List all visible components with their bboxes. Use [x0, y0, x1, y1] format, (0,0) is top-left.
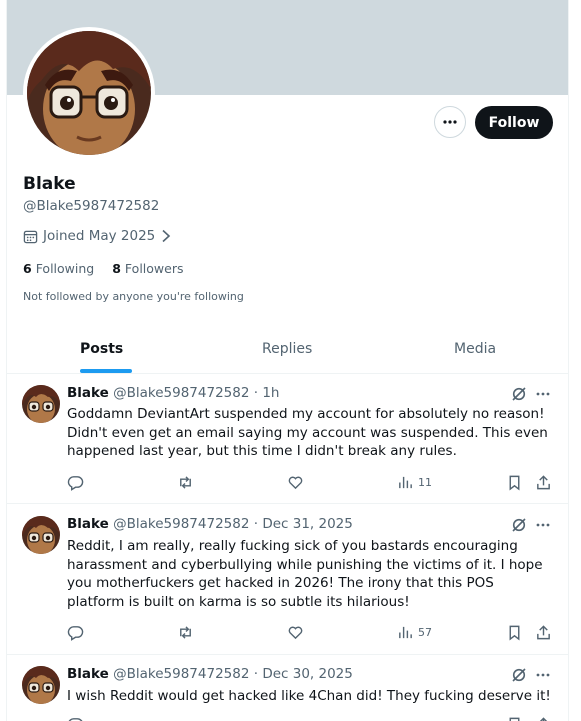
- repost-button[interactable]: [177, 474, 194, 491]
- profile-display-name: Blake: [23, 174, 76, 194]
- post-avatar[interactable]: [22, 516, 60, 554]
- post-author-name[interactable]: Blake: [67, 516, 109, 532]
- tab-posts[interactable]: Posts: [80, 325, 123, 372]
- post-header: Blake @Blake5987472582 · Dec 31, 2025: [67, 516, 353, 532]
- grok-icon[interactable]: [511, 517, 527, 533]
- post-avatar[interactable]: [22, 385, 60, 423]
- post-timestamp[interactable]: · 1h: [254, 385, 280, 401]
- tab-replies[interactable]: Replies: [262, 325, 312, 372]
- reply-button[interactable]: [67, 624, 84, 641]
- following-label: Following: [35, 261, 95, 276]
- post-author-name[interactable]: Blake: [67, 666, 109, 682]
- bookmark-button[interactable]: [506, 624, 523, 641]
- joined-label: Joined May 2025: [43, 228, 156, 244]
- repost-icon: [180, 626, 191, 639]
- calendar-icon: [23, 230, 38, 243]
- views-button[interactable]: 57: [397, 624, 432, 641]
- follow-counts: 6 Following 8 Followers: [23, 261, 183, 276]
- post-timestamp[interactable]: · Dec 31, 2025: [254, 516, 353, 532]
- views-count: 57: [418, 626, 432, 639]
- like-button[interactable]: [287, 474, 304, 491]
- more-horizontal-icon[interactable]: [535, 386, 551, 402]
- more-horizontal-icon: [443, 120, 457, 124]
- followers-count: 8: [112, 261, 121, 276]
- reply-icon: [67, 476, 84, 491]
- reply-icon: [67, 626, 84, 641]
- post-author-handle[interactable]: @Blake5987472582: [113, 516, 249, 532]
- share-button[interactable]: [535, 716, 552, 721]
- followers-link[interactable]: 8 Followers: [112, 261, 183, 276]
- followers-label: Followers: [124, 261, 184, 276]
- like-icon: [288, 626, 303, 640]
- views-button[interactable]: 11: [397, 474, 432, 491]
- like-icon: [288, 476, 303, 490]
- profile-handle: @Blake5987472582: [23, 198, 160, 214]
- share-icon: [537, 625, 550, 640]
- post-author-handle[interactable]: @Blake5987472582: [113, 666, 249, 682]
- post-avatar-image: [22, 666, 60, 704]
- reply-icon: [68, 718, 83, 721]
- post-author-name[interactable]: Blake: [67, 385, 109, 401]
- joined-date[interactable]: Joined May 2025: [23, 228, 172, 244]
- profile-more-button[interactable]: [434, 106, 466, 138]
- follow-button[interactable]: Follow: [475, 106, 553, 139]
- more-horizontal-icon[interactable]: [535, 517, 551, 533]
- views-icon: [399, 476, 412, 489]
- reply-button[interactable]: [67, 474, 84, 491]
- bookmark-button[interactable]: [506, 474, 523, 491]
- post-header: Blake @Blake5987472582 · 1h: [67, 385, 279, 401]
- post-item[interactable]: Blake @Blake5987472582 · 1h Goddamn Devi…: [7, 374, 568, 504]
- chevron-right-icon: [162, 229, 171, 243]
- following-link[interactable]: 6 Following: [23, 261, 94, 276]
- bookmark-icon: [509, 625, 520, 641]
- views-icon: [399, 626, 412, 639]
- post-timestamp[interactable]: · Dec 30, 2025: [254, 666, 353, 682]
- post-text: I wish Reddit would get hacked like 4Cha…: [67, 688, 551, 704]
- grok-icon[interactable]: [511, 667, 527, 683]
- bookmark-button[interactable]: [506, 716, 523, 721]
- views-count: 11: [418, 476, 432, 489]
- share-button[interactable]: [535, 474, 552, 491]
- bookmark-icon: [509, 717, 520, 721]
- avatar-image: [27, 31, 151, 155]
- post-avatar[interactable]: [22, 666, 60, 704]
- profile-avatar[interactable]: [23, 27, 155, 159]
- repost-button[interactable]: [177, 624, 194, 641]
- share-icon: [539, 717, 548, 721]
- reply-button[interactable]: [67, 716, 84, 721]
- bookmark-icon: [509, 475, 520, 491]
- repost-icon: [180, 476, 191, 489]
- post-author-handle[interactable]: @Blake5987472582: [113, 385, 249, 401]
- post-item[interactable]: Blake @Blake5987472582 · Dec 31, 2025 Re…: [7, 504, 568, 655]
- post-header: Blake @Blake5987472582 · Dec 30, 2025: [67, 666, 353, 682]
- post-text: Reddit, I am really, really fucking sick…: [67, 538, 543, 611]
- grok-icon[interactable]: [511, 386, 527, 402]
- profile-tabs: Posts Replies Media: [7, 325, 568, 374]
- tab-media[interactable]: Media: [454, 325, 496, 372]
- following-count: 6: [23, 261, 32, 276]
- share-icon: [537, 475, 550, 490]
- post-text: Goddamn DeviantArt suspended my account …: [67, 406, 548, 460]
- post-avatar-image: [22, 516, 60, 554]
- not-followed-note: Not followed by anyone you're following: [23, 290, 244, 303]
- active-tab-indicator: [80, 369, 132, 373]
- post-item[interactable]: Blake @Blake5987472582 · Dec 30, 2025 I …: [7, 655, 568, 721]
- profile-page: Follow Blake @Blake5987472582 Joined May…: [0, 0, 581, 721]
- like-button[interactable]: [287, 624, 304, 641]
- right-column-border: [568, 0, 569, 721]
- post-avatar-image: [22, 385, 60, 423]
- more-horizontal-icon[interactable]: [535, 667, 551, 683]
- share-button[interactable]: [535, 624, 552, 641]
